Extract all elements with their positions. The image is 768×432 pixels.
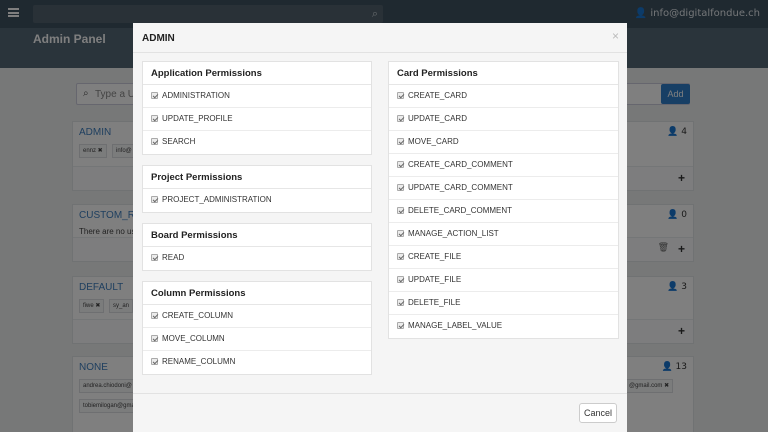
panel-title: Card Permissions <box>389 62 618 85</box>
permission-item[interactable]: UPDATE_CARD <box>389 108 618 131</box>
project-permissions-panel: Project Permissions PROJECT_ADMINISTRATI… <box>142 165 372 213</box>
permission-item[interactable]: MANAGE_ACTION_LIST <box>389 223 618 246</box>
checkbox-checked-icon[interactable] <box>151 312 158 319</box>
panel-title: Project Permissions <box>143 166 371 189</box>
permission-item[interactable]: UPDATE_PROFILE <box>143 108 371 131</box>
checkbox-checked-icon[interactable] <box>397 276 404 283</box>
permission-item[interactable]: CREATE_FILE <box>389 246 618 269</box>
permission-item[interactable]: DELETE_CARD_COMMENT <box>389 200 618 223</box>
checkbox-checked-icon[interactable] <box>397 92 404 99</box>
panel-title: Column Permissions <box>143 282 371 305</box>
checkbox-checked-icon[interactable] <box>397 161 404 168</box>
panel-title: Application Permissions <box>143 62 371 85</box>
permission-item[interactable]: MOVE_CARD <box>389 131 618 154</box>
checkbox-checked-icon[interactable] <box>397 322 404 329</box>
permission-item[interactable]: UPDATE_CARD_COMMENT <box>389 177 618 200</box>
checkbox-checked-icon[interactable] <box>151 92 158 99</box>
permission-item[interactable]: SEARCH <box>143 131 371 154</box>
permission-item[interactable]: MANAGE_LABEL_VALUE <box>389 315 618 338</box>
checkbox-checked-icon[interactable] <box>151 254 158 261</box>
permission-item[interactable]: READ <box>143 247 371 270</box>
panel-title: Board Permissions <box>143 224 371 247</box>
checkbox-checked-icon[interactable] <box>151 138 158 145</box>
column-permissions-panel: Column Permissions CREATE_COLUMN MOVE_CO… <box>142 281 372 375</box>
checkbox-checked-icon[interactable] <box>151 196 158 203</box>
checkbox-checked-icon[interactable] <box>397 253 404 260</box>
checkbox-checked-icon[interactable] <box>151 335 158 342</box>
permissions-dialog: ADMIN × Application Permissions ADMINIST… <box>133 23 627 432</box>
permission-item[interactable]: UPDATE_FILE <box>389 269 618 292</box>
permission-item[interactable]: MOVE_COLUMN <box>143 328 371 351</box>
board-permissions-panel: Board Permissions READ <box>142 223 372 271</box>
permission-item[interactable]: ADMINISTRATION <box>143 85 371 108</box>
checkbox-checked-icon[interactable] <box>151 358 158 365</box>
permission-item[interactable]: PROJECT_ADMINISTRATION <box>143 189 371 212</box>
permission-item[interactable]: CREATE_CARD_COMMENT <box>389 154 618 177</box>
dialog-footer: Cancel <box>133 393 627 432</box>
checkbox-checked-icon[interactable] <box>397 299 404 306</box>
cancel-button[interactable]: Cancel <box>579 403 617 423</box>
permission-item[interactable]: CREATE_COLUMN <box>143 305 371 328</box>
dialog-title: ADMIN <box>142 33 175 44</box>
checkbox-checked-icon[interactable] <box>397 207 404 214</box>
card-permissions-panel: Card Permissions CREATE_CARD UPDATE_CARD… <box>388 61 619 339</box>
application-permissions-panel: Application Permissions ADMINISTRATION U… <box>142 61 372 155</box>
checkbox-checked-icon[interactable] <box>397 138 404 145</box>
permission-item[interactable]: CREATE_CARD <box>389 85 618 108</box>
close-icon[interactable]: × <box>612 29 619 43</box>
dialog-header: ADMIN × <box>133 23 627 53</box>
checkbox-checked-icon[interactable] <box>151 115 158 122</box>
permission-item[interactable]: RENAME_COLUMN <box>143 351 371 374</box>
permission-item[interactable]: DELETE_FILE <box>389 292 618 315</box>
checkbox-checked-icon[interactable] <box>397 184 404 191</box>
checkbox-checked-icon[interactable] <box>397 230 404 237</box>
checkbox-checked-icon[interactable] <box>397 115 404 122</box>
